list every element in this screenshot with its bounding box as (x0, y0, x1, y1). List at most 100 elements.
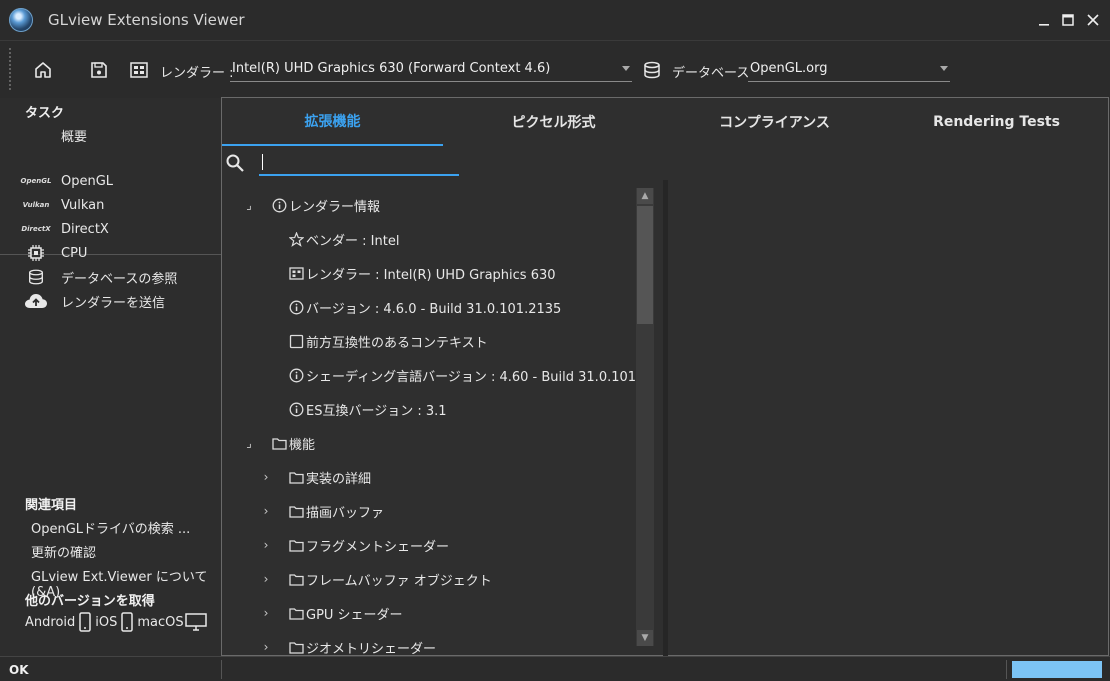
tasks-heading: タスク (25, 106, 65, 121)
check-updates-link[interactable]: 更新の確認 (31, 542, 96, 561)
sidebar-item-submit[interactable]: レンダラーを送信 (22, 290, 165, 312)
text-caret (262, 154, 263, 170)
maximize-icon (1062, 14, 1074, 26)
tree-node-features[interactable]: ⌟ 機能 (246, 432, 316, 454)
macos-link[interactable]: macOS (137, 615, 183, 630)
tree-node-framebuffer-object[interactable]: › フレームバッファ オブジェクト (264, 568, 492, 590)
status-bar: OK (0, 656, 1110, 681)
tree-node-fragment-shader[interactable]: › フラグメントシェーダー (264, 534, 450, 556)
cloud-upload-icon (22, 292, 50, 310)
folder-icon (289, 470, 304, 485)
sidebar-item-database[interactable]: データベースの参照 (22, 266, 177, 288)
main-panel: 拡張機能 ピクセル形式 コンプライアンス Rendering Tests ⌟ レ… (221, 97, 1109, 656)
sidebar-item-directx[interactable]: DirectX DirectX (21, 218, 109, 240)
tree-node-gpu-shader[interactable]: › GPU シェーダー (264, 602, 403, 624)
tree-node-label: フラグメントシェーダー (306, 539, 450, 555)
find-driver-link[interactable]: OpenGLドライバの検索 ... (31, 518, 190, 537)
scroll-up-arrow-icon[interactable]: ▲ (637, 188, 653, 204)
phone-icon (79, 612, 92, 632)
info-icon (289, 368, 304, 383)
tree-node-impl-details[interactable]: › 実装の詳細 (264, 466, 372, 488)
sidebar-item-label: OpenGL (61, 173, 114, 189)
tree-node-label: ES互換バージョン : 3.1 (306, 403, 447, 419)
folder-icon (289, 572, 304, 587)
sidebar-item-overview[interactable]: 概要 (61, 126, 87, 145)
chevron-right-icon[interactable]: › (259, 572, 273, 586)
tree-node-label: 実装の詳細 (306, 471, 372, 487)
close-icon (1087, 14, 1099, 26)
tab-extensions[interactable]: 拡張機能 (222, 98, 443, 146)
ios-link[interactable]: iOS (95, 615, 117, 630)
collapse-icon[interactable]: ⌟ (242, 198, 256, 212)
folder-icon (289, 640, 304, 655)
tree-scrollbar[interactable]: ▲ ▼ (636, 188, 654, 646)
sidebar-item-label: DirectX (61, 221, 109, 237)
scroll-thumb[interactable] (637, 206, 653, 324)
chevron-right-icon[interactable]: › (259, 538, 273, 552)
sidebar-item-opengl[interactable]: OpenGL OpenGL (21, 170, 114, 192)
monitor-icon (184, 613, 207, 631)
folder-icon (289, 606, 304, 621)
tree-node-label: レンダラー情報 (289, 199, 381, 215)
save-button[interactable] (87, 58, 111, 82)
minimize-button[interactable] (1032, 8, 1056, 32)
tree-node-label: フレームバッファ オブジェクト (306, 573, 492, 589)
tree-node-renderer[interactable]: レンダラー : Intel(R) UHD Graphics 630 (289, 262, 556, 284)
tab-compliance[interactable]: コンプライアンス (664, 98, 885, 146)
star-icon (289, 231, 304, 247)
collapse-icon[interactable]: ⌟ (242, 436, 256, 450)
android-link[interactable]: Android (25, 615, 75, 630)
tree-node-label: ベンダー : Intel (306, 233, 400, 249)
tree-node-label: ジオメトリシェーダー (306, 641, 437, 656)
tree-node-vendor[interactable]: ベンダー : Intel (289, 228, 399, 250)
tab-rendering-tests[interactable]: Rendering Tests (886, 98, 1107, 146)
home-button[interactable] (31, 58, 55, 82)
info-icon (289, 300, 304, 315)
chevron-down-icon (622, 66, 630, 71)
info-icon (289, 402, 304, 417)
chevron-right-icon[interactable]: › (259, 640, 273, 654)
extensions-tree: ⌟ レンダラー情報 ベンダー : Intel レンダラー : Intel(R) … (222, 188, 642, 655)
tree-node-label: 機能 (289, 437, 316, 453)
title-bar: GLview Extensions Viewer (0, 0, 1110, 40)
chevron-down-icon (940, 66, 948, 71)
sidebar-item-vulkan[interactable]: Vulkan Vulkan (22, 194, 105, 216)
scroll-down-arrow-icon[interactable]: ▼ (637, 630, 653, 646)
tab-pixel-formats[interactable]: ピクセル形式 (443, 98, 664, 146)
other-versions-heading: 他のバージョンを取得 (25, 594, 155, 609)
status-text: OK (9, 663, 29, 677)
sidebar-item-cpu[interactable]: CPU (22, 242, 87, 264)
status-separator (1006, 660, 1007, 679)
renderer-select[interactable]: Intel(R) UHD Graphics 630 (Forward Conte… (230, 58, 632, 82)
database-icon (644, 61, 660, 79)
related-heading: 関連項目 (25, 498, 78, 513)
search-input[interactable] (259, 150, 459, 176)
tree-node-draw-buffers[interactable]: › 描画バッファ (264, 500, 384, 522)
tree-node-renderer-info[interactable]: ⌟ レンダラー情報 (246, 194, 381, 216)
chevron-right-icon[interactable]: › (259, 606, 273, 620)
toolbar-grip[interactable] (8, 47, 12, 91)
tree-node-es-version[interactable]: ES互換バージョン : 3.1 (289, 398, 447, 420)
tree-node-glsl-version[interactable]: シェーディング言語バージョン : 4.60 - Build 31.0.101.2… (289, 364, 642, 386)
tree-node-forward-compat[interactable]: 前方互換性のあるコンテキスト (289, 330, 488, 352)
renderer-label: レンダラー : (160, 66, 234, 81)
gpu-card-icon (289, 266, 304, 281)
tree-node-label: 前方互換性のあるコンテキスト (306, 335, 488, 351)
save-icon (91, 62, 107, 78)
chevron-right-icon[interactable]: › (259, 504, 273, 518)
renderer-icon-button[interactable] (127, 58, 151, 82)
checkbox-icon[interactable] (289, 334, 304, 349)
tree-node-version[interactable]: バージョン : 4.6.0 - Build 31.0.101.2135 (289, 296, 561, 318)
database-select[interactable]: OpenGL.org (748, 58, 950, 82)
app-logo-icon (9, 8, 33, 32)
pane-splitter[interactable] (663, 180, 668, 656)
renderer-select-value: Intel(R) UHD Graphics 630 (Forward Conte… (232, 61, 551, 76)
sidebar-item-label: CPU (61, 245, 88, 261)
home-icon (35, 62, 51, 78)
chevron-right-icon[interactable]: › (259, 470, 273, 484)
platform-links: Android iOS macOS (25, 610, 207, 634)
maximize-button[interactable] (1056, 8, 1080, 32)
close-button[interactable] (1081, 8, 1105, 32)
tree-node-geometry-shader[interactable]: › ジオメトリシェーダー (264, 636, 437, 656)
database-icon-button (640, 58, 664, 82)
